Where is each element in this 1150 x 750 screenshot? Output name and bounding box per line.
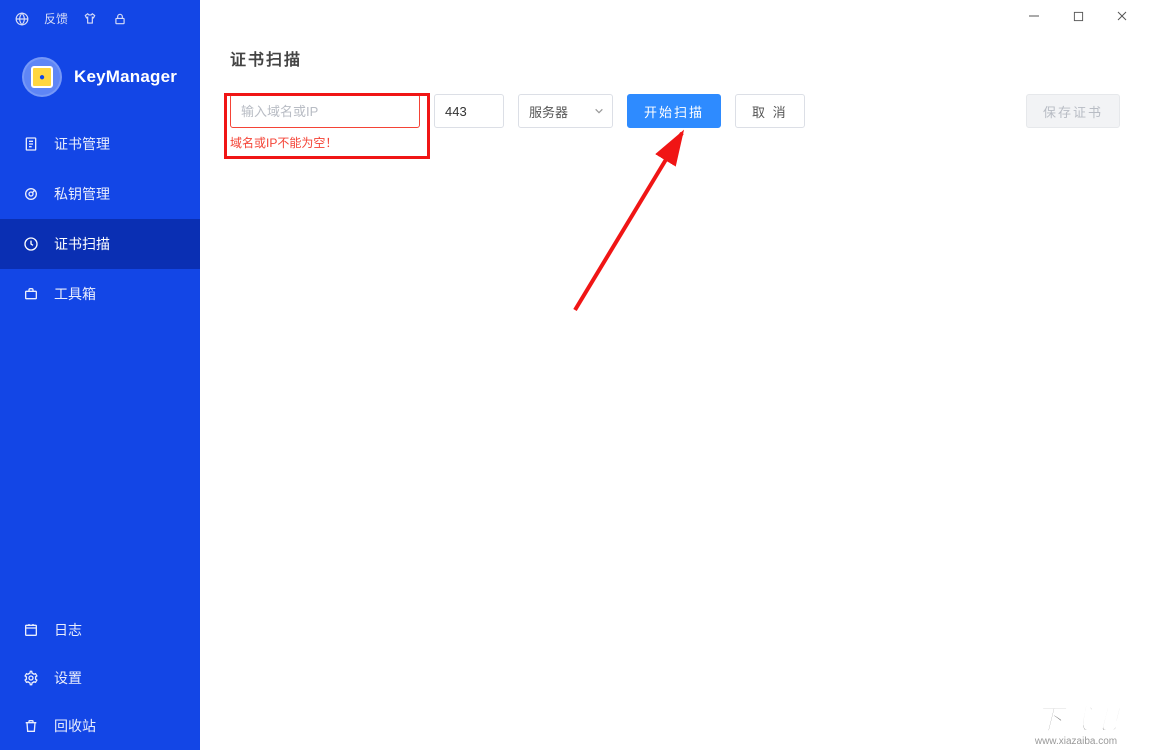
gear-icon [22,669,40,687]
brand: ● KeyManager [0,33,200,119]
target-type-select[interactable]: 服务器 [518,94,613,128]
sidebar-item-label: 工具箱 [54,284,96,304]
cancel-button[interactable]: 取 消 [735,94,805,128]
target-icon [22,185,40,203]
sidebar-topbar: 反馈 [0,0,200,33]
lock-icon[interactable] [112,11,128,27]
sidebar-item-cert-manage[interactable]: 证书管理 [0,119,200,169]
sidebar-nav: 证书管理 私钥管理 证书扫描 工具箱 [0,119,200,319]
page-title: 证书扫描 [230,46,1120,70]
domain-field-wrap: 域名或IP不能为空！ [230,94,420,151]
brand-logo-icon: ● [22,57,62,97]
globe-icon[interactable] [14,11,30,27]
sidebar-item-label: 证书扫描 [54,234,110,254]
minimize-button[interactable] [1012,1,1056,31]
window-controls [200,0,1150,32]
sidebar-item-key-manage[interactable]: 私钥管理 [0,169,200,219]
watermark: 下载吧 www.xiazaiba.com [1006,698,1146,746]
sidebar-spacer [0,319,200,606]
app-root: 反馈 ● KeyManager 证书管理 [0,0,1150,750]
sidebar-item-logs[interactable]: 日志 [0,606,200,654]
select-value: 服务器 [529,102,568,121]
sidebar-item-cert-scan[interactable]: 证书扫描 [0,219,200,269]
sidebar-item-label: 证书管理 [54,134,110,154]
shirt-icon[interactable] [82,11,98,27]
sidebar-item-recycle[interactable]: 回收站 [0,702,200,750]
document-icon [22,135,40,153]
sidebar-item-label: 日志 [54,620,82,640]
save-cert-button[interactable]: 保存证书 [1026,94,1120,128]
domain-error-text: 域名或IP不能为空！ [230,134,420,151]
page-content: 证书扫描 域名或IP不能为空！ 服务器 开始扫描 取 消 保存证书 [200,32,1150,171]
watermark-sub: www.xiazaiba.com [1035,736,1117,747]
brand-name: KeyManager [74,67,177,87]
clock-icon [22,235,40,253]
close-button[interactable] [1100,1,1144,31]
calendar-icon [22,621,40,639]
trash-icon [22,717,40,735]
chevron-down-icon [594,104,604,119]
sidebar-item-label: 回收站 [54,716,96,736]
watermark-main: 下载吧 [1035,698,1116,738]
sidebar-item-toolbox[interactable]: 工具箱 [0,269,200,319]
sidebar: 反馈 ● KeyManager 证书管理 [0,0,200,750]
sidebar-item-label: 私钥管理 [54,184,110,204]
port-input[interactable] [434,94,504,128]
briefcase-icon [22,285,40,303]
scan-button[interactable]: 开始扫描 [627,94,721,128]
sidebar-item-settings[interactable]: 设置 [0,654,200,702]
maximize-button[interactable] [1056,1,1100,31]
scan-toolbar: 域名或IP不能为空！ 服务器 开始扫描 取 消 保存证书 [230,94,1120,151]
sidebar-item-label: 设置 [54,668,82,688]
feedback-link[interactable]: 反馈 [44,10,68,27]
main: 证书扫描 域名或IP不能为空！ 服务器 开始扫描 取 消 保存证书 [200,0,1150,750]
domain-input[interactable] [230,94,420,128]
sidebar-nav-bottom: 日志 设置 回收站 [0,606,200,750]
